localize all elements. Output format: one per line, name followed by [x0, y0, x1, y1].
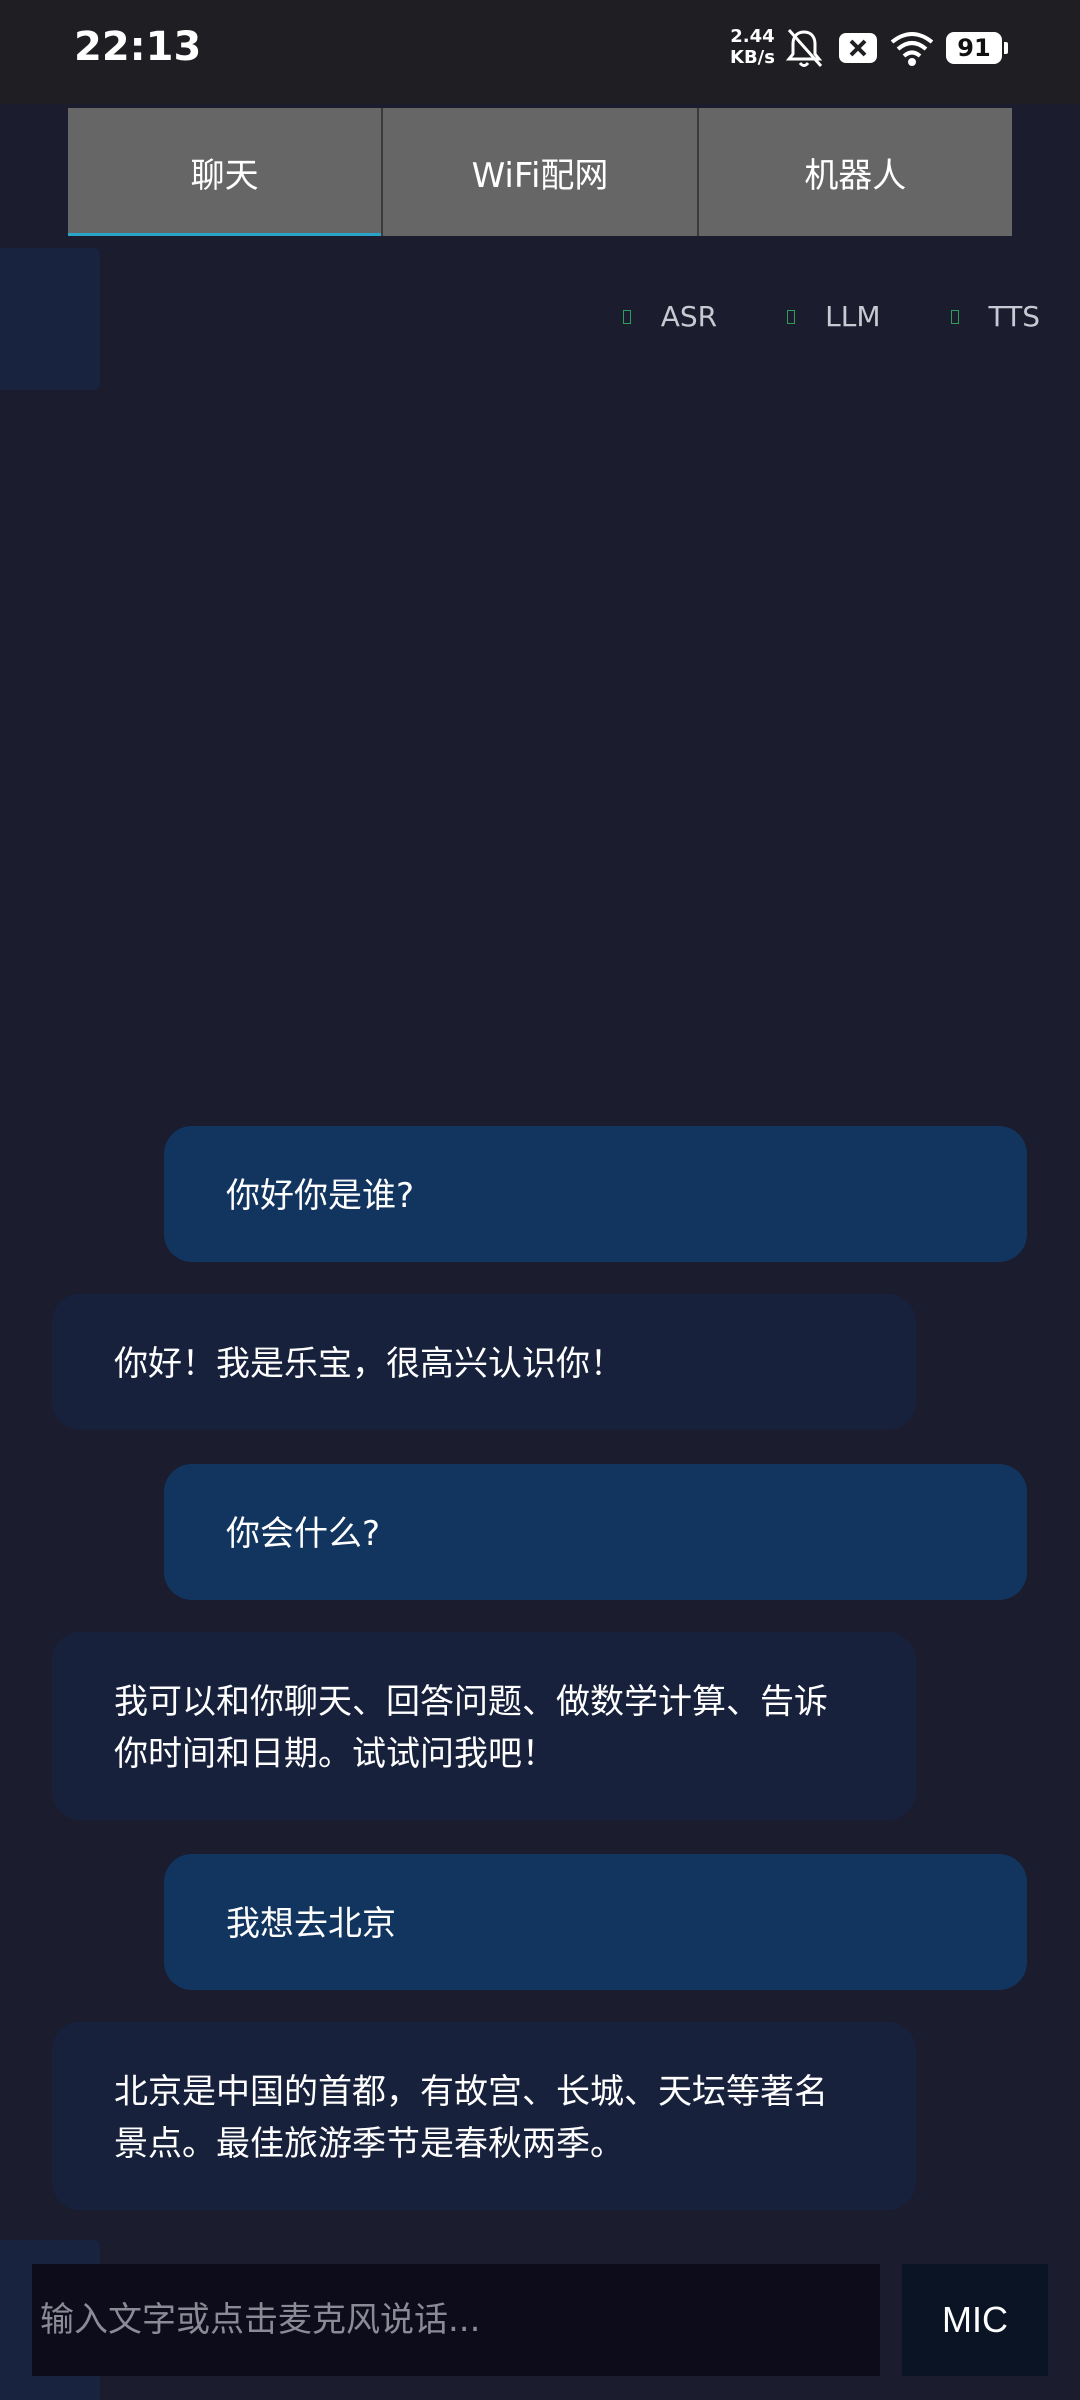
llm-status-label: LLM — [825, 300, 881, 333]
tab-robot[interactable]: 机器人 — [698, 108, 1012, 236]
llm-status-dot-icon — [787, 309, 796, 324]
wifi-icon — [888, 28, 936, 72]
tab-chat[interactable]: 聊天 — [68, 108, 384, 236]
network-speed: 2.44 KB/s — [730, 26, 775, 68]
asr-status-label: ASR — [660, 300, 718, 333]
network-speed-value: 2.44 — [730, 26, 775, 47]
asr-status: ASR — [622, 300, 718, 333]
asr-status-dot-icon — [622, 309, 631, 324]
tts-status: TTS — [950, 300, 1041, 333]
mute-bell-icon — [784, 26, 824, 74]
service-status-indicators: ASR LLM TTS — [622, 300, 1041, 333]
user-message: 你好你是谁? — [164, 1126, 1027, 1262]
battery-indicator: 91 — [946, 32, 1008, 64]
user-message: 我想去北京 — [164, 1854, 1027, 1990]
tts-status-dot-icon — [950, 309, 959, 324]
bot-message: 我可以和你聊天、回答问题、做数学计算、告诉你时间和日期。试试问我吧！ — [52, 1632, 916, 1820]
tts-status-label: TTS — [988, 300, 1041, 333]
user-message: 你会什么? — [164, 1464, 1027, 1600]
sim-disabled-icon — [838, 32, 878, 68]
network-speed-unit: KB/s — [730, 47, 775, 68]
status-bar: 22:13 2.44 KB/s 91 — [0, 0, 1080, 104]
mic-button[interactable]: MIC — [902, 2264, 1048, 2376]
message-input[interactable] — [32, 2264, 880, 2376]
bot-message: 你好！我是乐宝，很高兴认识你！ — [52, 1294, 916, 1430]
status-time: 22:13 — [74, 24, 202, 70]
tab-wifi-setup[interactable]: WiFi配网 — [383, 108, 699, 236]
bot-message: 北京是中国的首都，有故宫、长城、天坛等著名景点。最佳旅游季节是春秋两季。 — [52, 2022, 916, 2210]
sidebar-handle-top[interactable] — [0, 248, 100, 390]
llm-status: LLM — [787, 300, 881, 333]
tab-bar: 聊天 WiFi配网 机器人 — [68, 108, 1012, 236]
